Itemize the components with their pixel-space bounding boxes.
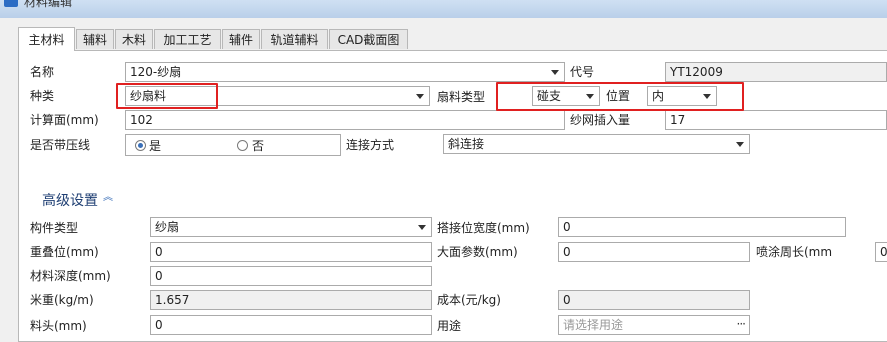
head-input[interactable]: 0: [150, 315, 432, 335]
chevron-down-icon: [418, 225, 426, 230]
window-titlebar: 材料编辑: [0, 0, 887, 18]
bead-no-radio[interactable]: [237, 140, 248, 151]
tab-fittings[interactable]: 辅件: [222, 29, 260, 49]
chevron-down-icon: [416, 94, 424, 99]
connection-select[interactable]: 斜连接: [443, 134, 750, 154]
app-icon: [4, 0, 18, 7]
window-title: 材料编辑: [24, 0, 73, 9]
tab-main-material[interactable]: 主材料: [18, 27, 75, 51]
overlap-width-input[interactable]: 0: [558, 217, 846, 237]
material-depth-input[interactable]: 0: [150, 266, 432, 286]
code-label: 代号: [570, 65, 595, 79]
cost-field[interactable]: 0: [558, 290, 750, 310]
face-param-input[interactable]: 0: [558, 242, 750, 262]
component-type-select[interactable]: 纱扇: [150, 217, 432, 237]
overlap-pos-input[interactable]: 0: [150, 242, 432, 262]
name-select[interactable]: 120-纱扇: [125, 62, 565, 82]
meter-weight-field[interactable]: 1.657: [150, 290, 432, 310]
calc-surface-label: 计算面(mm): [30, 113, 99, 127]
meter-weight-label: 米重(kg/m): [30, 293, 94, 307]
usage-select[interactable]: 请选择用途 ···: [558, 315, 750, 335]
bead-label: 是否带压线: [30, 138, 91, 152]
calc-surface-input[interactable]: 102: [125, 110, 565, 130]
usage-placeholder: 请选择用途: [563, 318, 624, 332]
material-depth-label: 材料深度(mm): [30, 269, 111, 283]
highlight-box-sash-position: [496, 82, 744, 111]
name-value: 120-纱扇: [130, 65, 182, 79]
double-chevron-up-icon[interactable]: ︽: [103, 193, 113, 203]
mesh-insert-label: 纱网插入量: [570, 113, 631, 127]
tab-wood[interactable]: 木料: [115, 29, 153, 49]
usage-label: 用途: [437, 319, 462, 333]
head-label: 料头(mm): [30, 319, 87, 333]
component-type-label: 构件类型: [30, 221, 79, 235]
bead-no-label[interactable]: 否: [252, 138, 264, 154]
bead-yes-label[interactable]: 是: [149, 138, 161, 154]
cost-label: 成本(元/kg): [437, 293, 501, 307]
tab-track-accessory[interactable]: 轨道辅料: [261, 29, 328, 49]
chevron-down-icon: [551, 70, 559, 75]
sash-type-label: 扇料类型: [437, 90, 486, 104]
component-type-value: 纱扇: [155, 220, 180, 234]
bead-yes-radio[interactable]: [135, 140, 146, 151]
tab-process[interactable]: 加工工艺: [154, 29, 221, 49]
face-param-label: 大面参数(mm): [437, 245, 518, 259]
mesh-insert-input[interactable]: 17: [665, 110, 887, 130]
spray-perimeter-label: 喷涂周长(mm: [756, 245, 833, 259]
overlap-width-label: 搭接位宽度(mm): [437, 221, 530, 235]
highlight-box-kind: [116, 83, 218, 109]
spray-perimeter-input[interactable]: 0: [875, 242, 887, 262]
more-icon: ···: [736, 317, 747, 331]
connection-value: 斜连接: [448, 137, 485, 151]
advanced-settings-title[interactable]: 高级设置: [42, 190, 98, 210]
kind-label: 种类: [30, 89, 55, 103]
name-label: 名称: [30, 65, 55, 79]
tab-accessory-material[interactable]: 辅料: [76, 29, 114, 49]
code-field[interactable]: YT12009: [665, 62, 887, 82]
chevron-down-icon: [736, 142, 744, 147]
tab-cad-section[interactable]: CAD截面图: [329, 29, 408, 49]
connection-label: 连接方式: [346, 138, 395, 152]
overlap-pos-label: 重叠位(mm): [30, 245, 99, 259]
